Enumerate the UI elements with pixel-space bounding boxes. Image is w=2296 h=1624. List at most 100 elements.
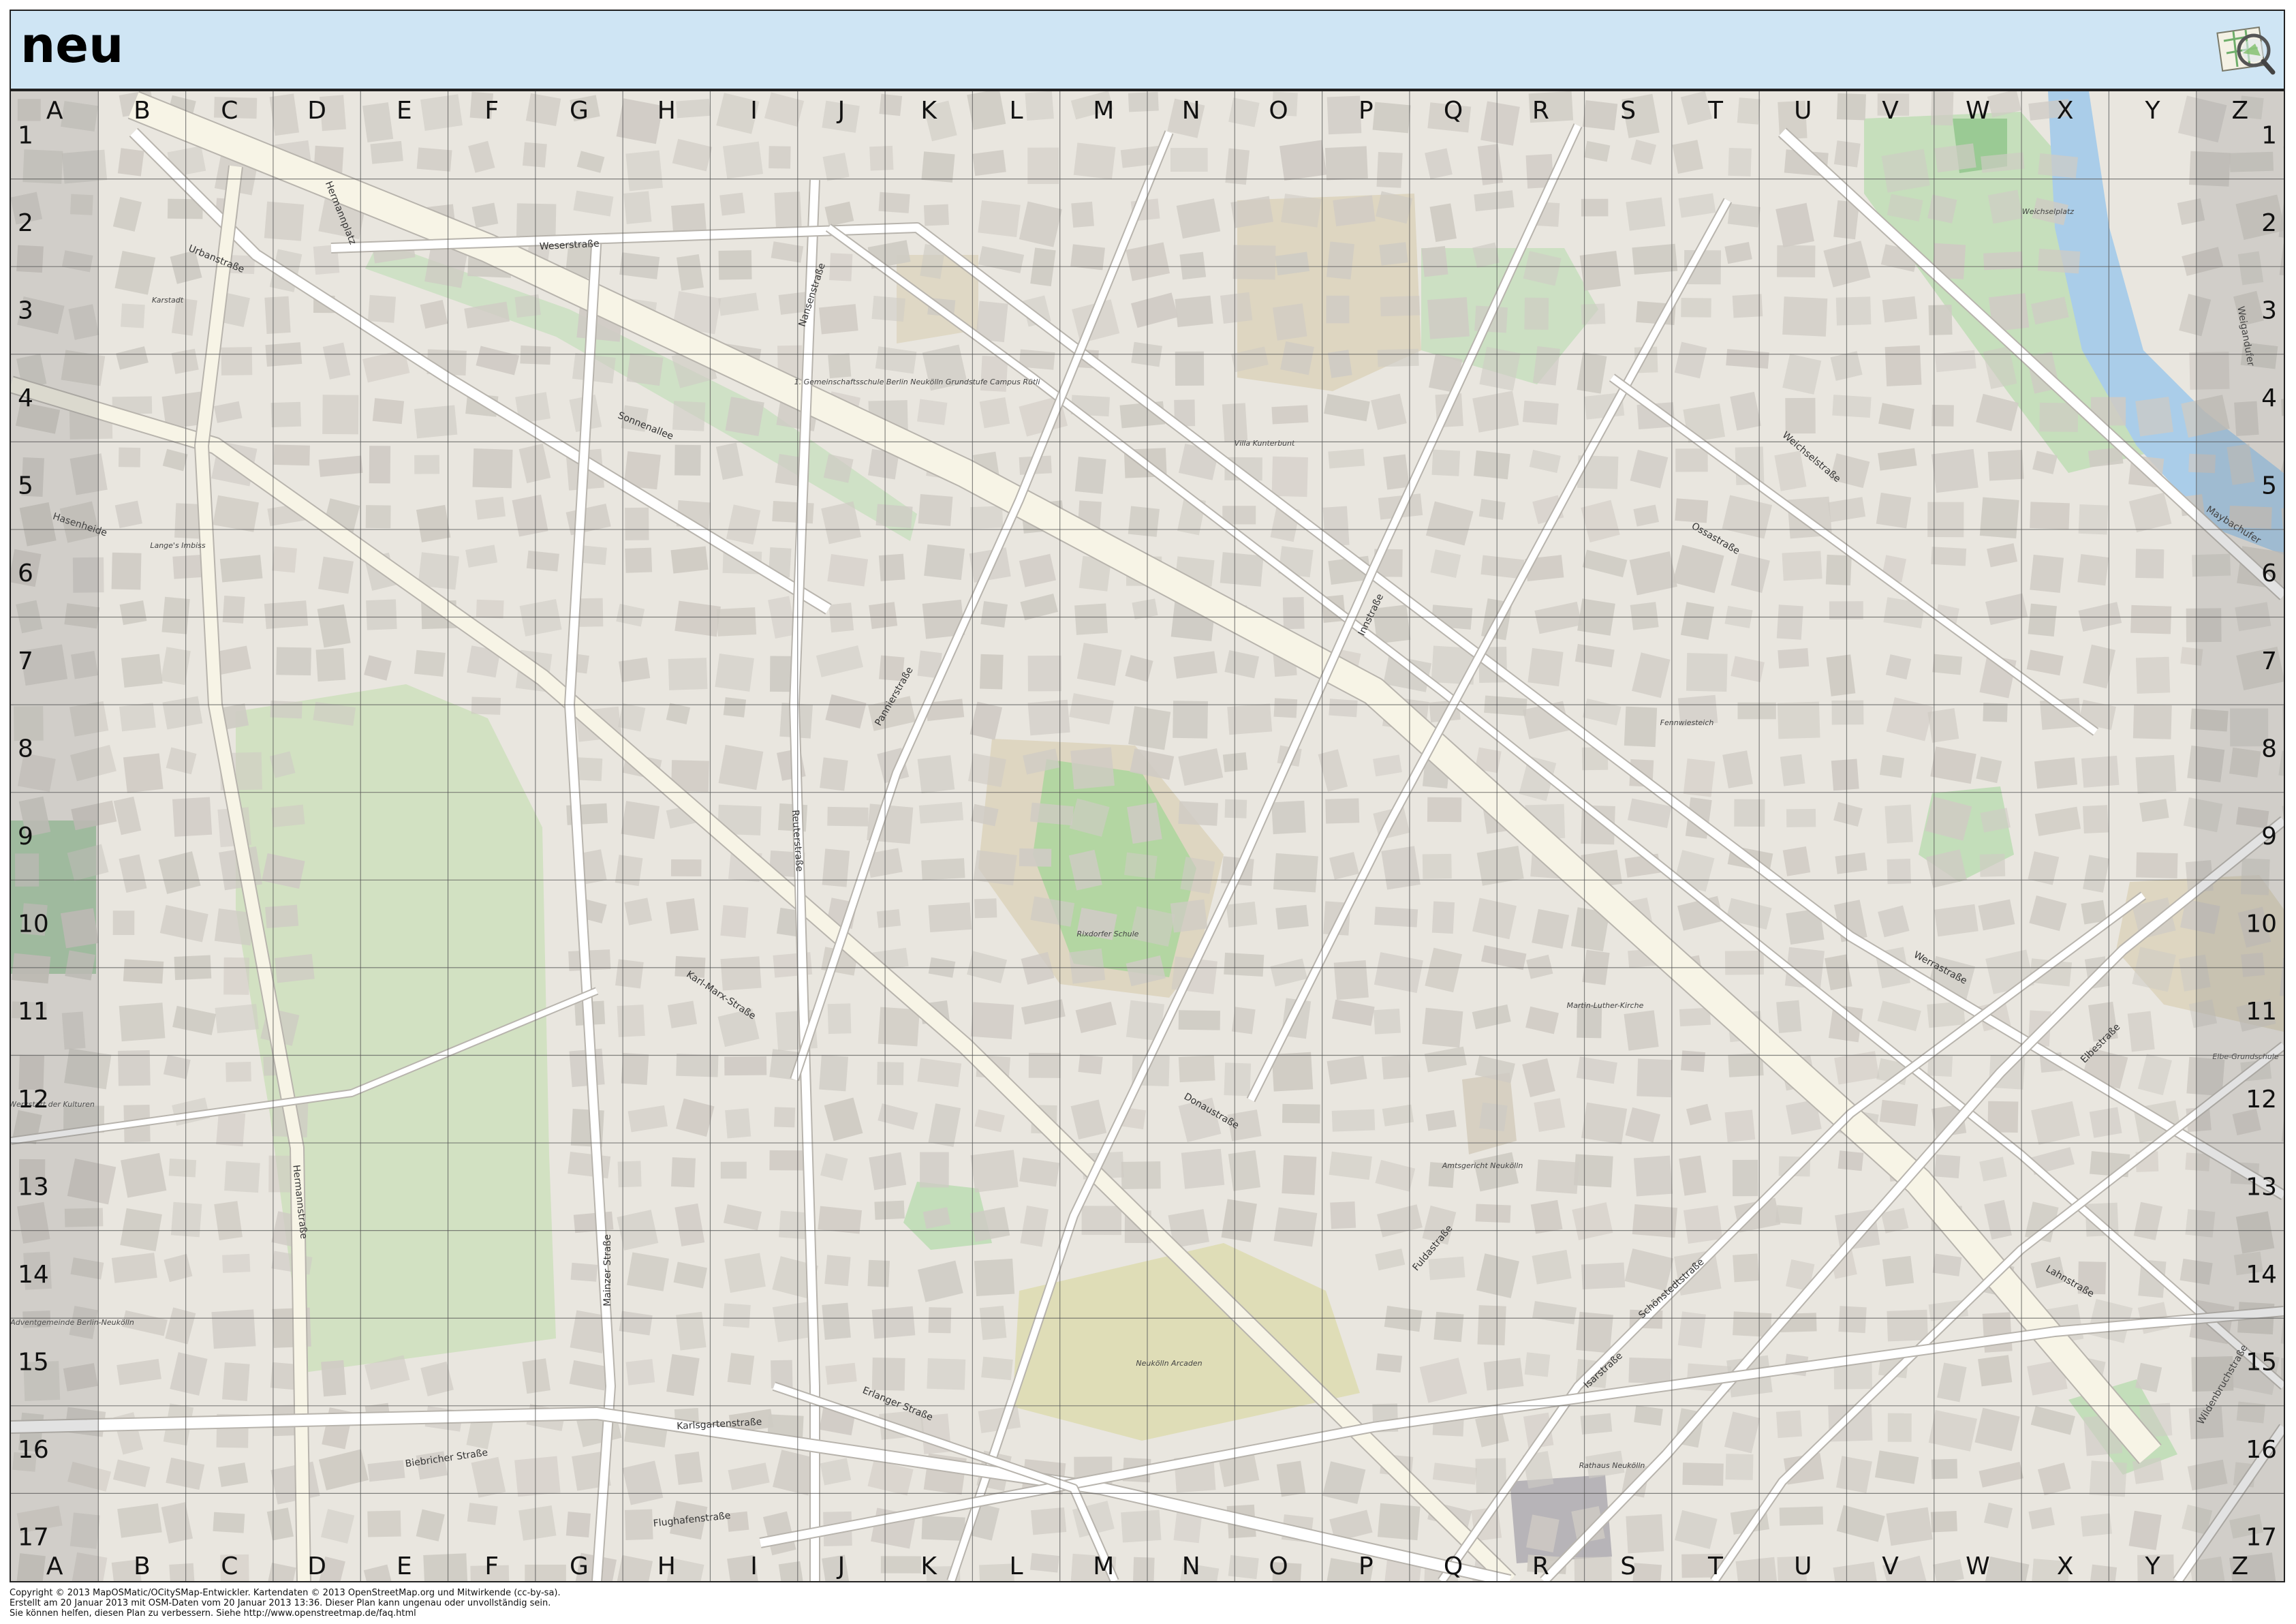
map-canvas[interactable]: WeserstraßeSonnenalleeHermannplatzHasenh… <box>11 91 2284 1581</box>
building <box>724 1056 767 1076</box>
building <box>1483 1358 1524 1391</box>
grid-row-label-right: 4 <box>2261 384 2277 412</box>
building <box>1776 604 1803 640</box>
grid-row-label-left: 5 <box>18 472 33 500</box>
building <box>1326 241 1355 280</box>
building <box>1532 1249 1572 1285</box>
building <box>874 1200 905 1220</box>
grid-column-label-bottom: C <box>221 1552 238 1580</box>
grid-row-label-right: 3 <box>2261 297 2277 325</box>
building <box>1527 647 1564 687</box>
poi-label: Lange's Imbiss <box>150 541 206 550</box>
building <box>1930 1511 1957 1533</box>
grid-column-label-top: Z <box>2231 97 2248 125</box>
building <box>2037 248 2081 274</box>
building <box>1879 754 1905 778</box>
building <box>2135 397 2174 437</box>
building <box>1987 189 2023 224</box>
grid-row-label-left: 1 <box>18 121 33 149</box>
building <box>372 398 405 425</box>
grid-column-label-bottom: K <box>920 1552 937 1580</box>
building <box>878 553 905 581</box>
building <box>367 294 397 323</box>
grid-column-label-bottom: W <box>1966 1552 1990 1580</box>
building <box>1128 91 1159 112</box>
building <box>1728 147 1752 177</box>
grid-column-label-bottom: T <box>1707 1552 1724 1580</box>
building <box>670 859 702 877</box>
building <box>2034 757 2078 789</box>
building <box>1626 1514 1664 1554</box>
building <box>871 296 905 322</box>
building <box>370 140 403 164</box>
building <box>1228 1150 1261 1191</box>
building <box>1887 1309 1928 1342</box>
grid-column-label-top: R <box>1532 97 1549 125</box>
building <box>1175 351 1205 386</box>
building <box>112 910 135 936</box>
building <box>123 753 164 793</box>
building <box>2088 1564 2117 1581</box>
building <box>1427 297 1470 339</box>
building <box>1232 245 1276 280</box>
grid-column-label-top: M <box>1093 97 1114 125</box>
building <box>1979 853 2006 877</box>
building <box>924 544 965 581</box>
city-map[interactable]: Weserstraße Sonnenallee Hermannplatz Hasenh… <box>10 90 2285 1582</box>
grid-column-label-bottom: R <box>1532 1552 1549 1580</box>
building <box>525 93 561 127</box>
building <box>1175 295 1213 328</box>
building <box>522 142 547 168</box>
building <box>215 1004 259 1034</box>
building <box>921 1516 965 1542</box>
building <box>117 1503 162 1538</box>
building <box>273 444 310 466</box>
building <box>1272 303 1307 341</box>
building <box>1779 1506 1824 1526</box>
building <box>1675 448 1708 472</box>
poi-label: Neukölln Arcaden <box>1136 1359 1202 1368</box>
building <box>111 552 142 590</box>
building <box>1786 808 1816 827</box>
building <box>1477 1305 1506 1346</box>
building <box>2136 852 2178 878</box>
building <box>414 455 439 474</box>
building <box>778 1561 804 1581</box>
building <box>1732 1159 1758 1197</box>
building <box>1374 1009 1401 1035</box>
grid-column-label-top: O <box>1269 97 1288 125</box>
building <box>1228 97 1260 127</box>
building <box>923 204 949 226</box>
building <box>1632 1563 1662 1581</box>
building <box>2078 504 2109 535</box>
grid-column-label-top: H <box>657 97 676 125</box>
building <box>1381 846 1421 890</box>
building <box>1421 245 1448 277</box>
building <box>1831 700 1864 725</box>
building <box>1224 799 1247 818</box>
building <box>1532 908 1570 949</box>
building <box>1931 547 1967 566</box>
building <box>1279 140 1327 181</box>
building <box>972 150 1006 177</box>
grid-row-label-left: 4 <box>18 384 33 412</box>
building <box>1127 802 1162 844</box>
building <box>624 898 653 925</box>
grid-column-label-bottom: X <box>2057 1552 2074 1580</box>
building <box>1524 1352 1551 1377</box>
building <box>1633 1155 1673 1197</box>
building <box>1068 948 1106 984</box>
building <box>1681 298 1711 318</box>
grid-row-label-right: 8 <box>2261 735 2277 763</box>
grid-row-label-left: 17 <box>18 1524 49 1552</box>
building <box>979 397 1010 429</box>
building <box>2127 1011 2155 1052</box>
building <box>322 395 359 435</box>
building <box>526 550 559 572</box>
building <box>264 296 291 334</box>
building <box>1934 1154 1961 1179</box>
building <box>1377 348 1419 367</box>
grid-column-label-bottom: Y <box>2145 1552 2161 1580</box>
building <box>619 657 651 683</box>
building <box>1837 1150 1864 1171</box>
